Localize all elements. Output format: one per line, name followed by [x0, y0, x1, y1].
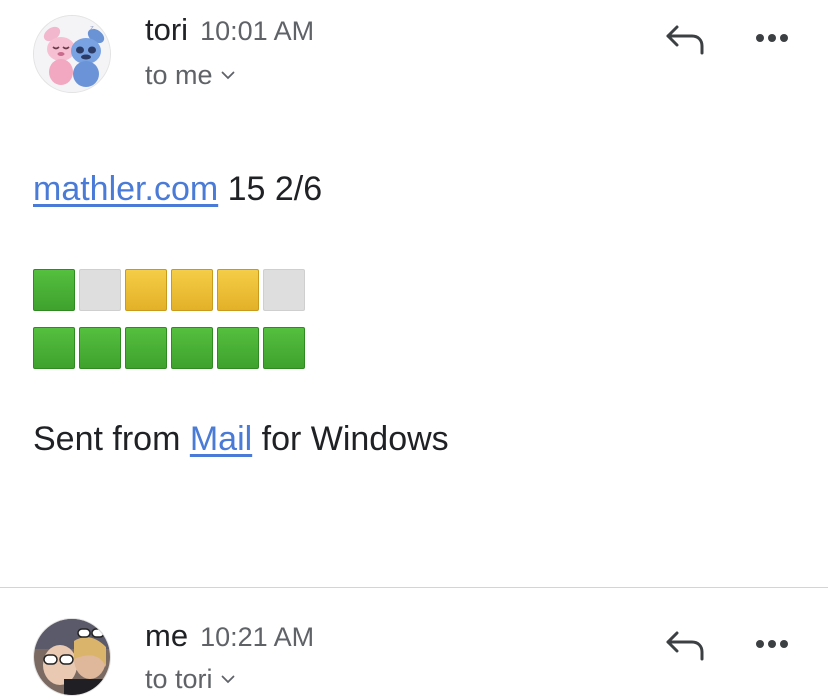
mathler-result-line: mathler.com 15 2/6: [33, 170, 322, 209]
message-header[interactable]: me 10:21 AM to tori: [0, 600, 828, 700]
reply-arrow-icon: [666, 631, 704, 661]
result-tile-green: [217, 327, 259, 369]
message-time: 10:01 AM: [200, 16, 315, 46]
chevron-down-icon: [221, 675, 234, 684]
message-divider: [0, 587, 828, 588]
cartoon-characters-avatar-image: z: [34, 16, 110, 92]
signature-prefix: Sent from: [33, 420, 190, 458]
result-score: 15 2/6: [218, 170, 323, 208]
result-tile-green: [171, 327, 213, 369]
more-options-button[interactable]: [752, 31, 792, 45]
message-time: 10:21 AM: [200, 622, 315, 652]
signature-line: Sent from Mail for Windows: [33, 420, 449, 459]
result-tile-green: [33, 269, 75, 311]
more-horizontal-icon: [756, 640, 788, 648]
recipient-label: to tori: [145, 664, 213, 694]
signature-suffix: for Windows: [252, 420, 449, 458]
recipient-details-toggle[interactable]: to tori: [145, 664, 235, 695]
avatar: z: [33, 15, 111, 93]
recipient-label: to me: [145, 60, 213, 90]
sender-name: me: [145, 618, 189, 653]
recipient-details-toggle[interactable]: to me: [145, 60, 235, 91]
reply-arrow-icon: [666, 25, 704, 55]
message-header[interactable]: z tori 10:01 AM to me: [0, 0, 828, 100]
result-tile-green: [33, 327, 75, 369]
chevron-down-icon: [221, 71, 234, 80]
result-grid-row-1: [33, 269, 305, 311]
more-options-button[interactable]: [752, 637, 792, 651]
result-tile-yellow: [217, 269, 259, 311]
mathler-link[interactable]: mathler.com: [33, 170, 218, 208]
profile-photo-avatar-image: [34, 619, 110, 695]
result-tile-yellow: [171, 269, 213, 311]
reply-button[interactable]: [664, 22, 706, 56]
result-grid-row-2: [33, 327, 305, 369]
svg-text:z: z: [90, 24, 94, 32]
result-tile-gray: [79, 269, 121, 311]
reply-button[interactable]: [664, 628, 706, 662]
result-tile-yellow: [125, 269, 167, 311]
result-tile-gray: [263, 269, 305, 311]
result-tile-green: [79, 327, 121, 369]
more-horizontal-icon: [756, 34, 788, 42]
avatar: [33, 618, 111, 696]
result-tile-green: [263, 327, 305, 369]
sender-name: tori: [145, 12, 189, 47]
result-tile-green: [125, 327, 167, 369]
mail-app-link[interactable]: Mail: [190, 420, 252, 458]
